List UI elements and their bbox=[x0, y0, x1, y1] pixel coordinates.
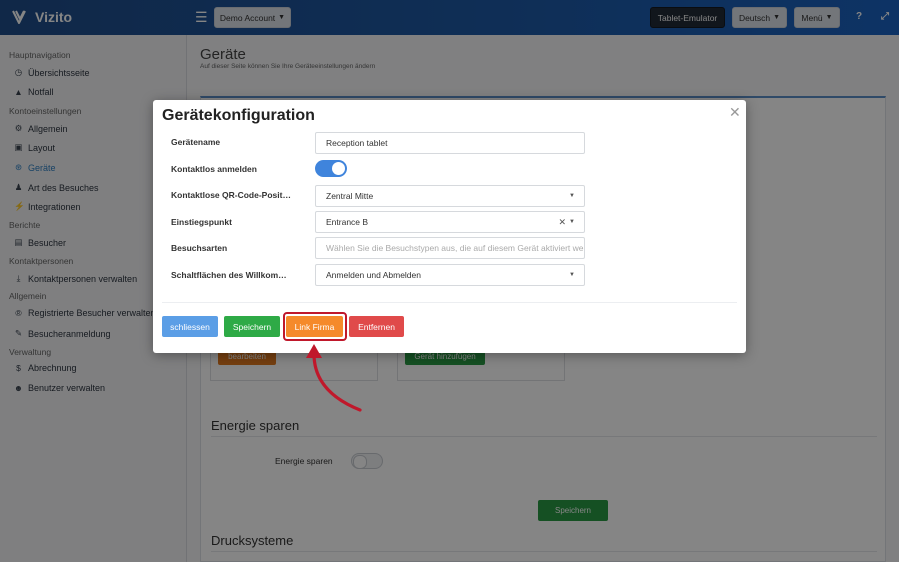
welcome-buttons-label: Schaltflächen des Willkommensbildschirms bbox=[171, 270, 293, 280]
save-button[interactable]: Speichern bbox=[224, 316, 280, 337]
modal-title: Gerätekonfiguration bbox=[162, 107, 315, 124]
close-icon[interactable]: ✕ bbox=[729, 104, 741, 121]
remove-button[interactable]: Entfernen bbox=[349, 316, 404, 337]
divider bbox=[162, 302, 737, 303]
entry-point-value: Entrance B bbox=[326, 217, 369, 227]
welcome-buttons-value: Anmelden und Abmelden bbox=[326, 270, 421, 280]
qr-position-value: Zentral Mitte bbox=[326, 191, 374, 201]
pointer-arrow-icon bbox=[306, 344, 362, 412]
clear-icon[interactable]: ✕ bbox=[558, 217, 566, 228]
visit-types-label: Besuchsarten bbox=[171, 243, 228, 253]
entry-point-select[interactable]: Entrance B ✕ ▼ bbox=[315, 211, 585, 233]
qr-position-label: Kontaktlose QR-Code-Position bbox=[171, 190, 293, 200]
device-config-modal: Gerätekonfiguration ✕ Gerätename Recepti… bbox=[153, 100, 746, 353]
close-button[interactable]: schliessen bbox=[162, 316, 218, 337]
device-name-label: Gerätename bbox=[171, 137, 221, 147]
caret-down-icon: ▼ bbox=[569, 193, 575, 199]
visit-types-input[interactable]: Wählen Sie die Besuchstypen aus, die auf… bbox=[315, 237, 585, 259]
entry-point-label: Einstiegspunkt bbox=[171, 217, 232, 227]
qr-position-select[interactable]: Zentral Mitte ▼ bbox=[315, 185, 585, 207]
caret-down-icon: ▼ bbox=[569, 219, 575, 225]
contactless-label: Kontaktlos anmelden bbox=[171, 164, 257, 174]
contactless-toggle[interactable] bbox=[315, 160, 347, 177]
caret-down-icon: ▼ bbox=[569, 272, 575, 278]
welcome-buttons-select[interactable]: Anmelden und Abmelden ▼ bbox=[315, 264, 585, 286]
device-name-input[interactable]: Reception tablet bbox=[315, 132, 585, 154]
highlight-box bbox=[283, 312, 347, 341]
